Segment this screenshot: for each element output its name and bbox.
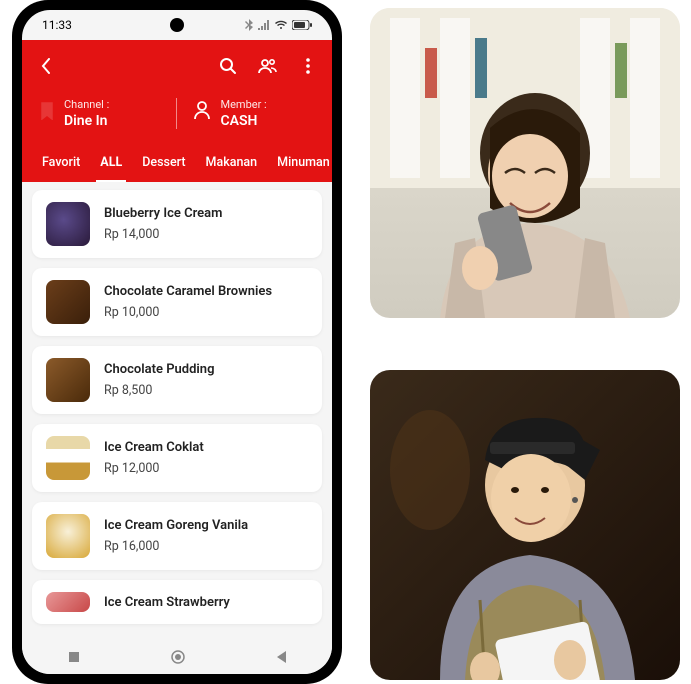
status-time: 11:33: [42, 18, 72, 32]
marketing-photo-customer: [370, 8, 680, 318]
people-icon[interactable]: [258, 56, 278, 76]
product-price: Rp 10,000: [104, 305, 272, 320]
battery-icon: [292, 20, 312, 30]
product-name: Ice Cream Coklat: [104, 440, 204, 455]
member-label: Member :: [221, 98, 267, 111]
channel-value: Dine In: [64, 113, 109, 129]
phone-screen: 11:33: [22, 10, 332, 674]
nav-recent-icon[interactable]: [67, 650, 81, 664]
nav-back-icon[interactable]: [275, 650, 287, 664]
wifi-icon: [274, 20, 288, 30]
product-image: [46, 436, 90, 480]
tab-dessert[interactable]: Dessert: [138, 147, 189, 182]
app-header: Channel : Dine In Member : CASH Favorit: [22, 40, 332, 182]
phone-frame: 11:33: [12, 0, 342, 684]
product-list[interactable]: Blueberry Ice Cream Rp 14,000 Chocolate …: [22, 182, 332, 640]
person-icon: [193, 100, 211, 120]
bookmark-icon: [40, 102, 54, 120]
product-price: Rp 12,000: [104, 461, 204, 476]
tab-minuman[interactable]: Minuman: [273, 147, 332, 182]
product-image: [46, 202, 90, 246]
tab-all[interactable]: ALL: [96, 147, 126, 182]
camera-notch: [170, 18, 184, 32]
product-price: Rp 16,000: [104, 539, 248, 554]
channel-block[interactable]: Channel : Dine In: [40, 98, 162, 129]
product-image: [46, 280, 90, 324]
member-value: CASH: [221, 113, 267, 129]
bluetooth-icon: [244, 19, 254, 31]
list-item[interactable]: Blueberry Ice Cream Rp 14,000: [32, 190, 322, 258]
channel-label: Channel :: [64, 98, 109, 111]
member-block[interactable]: Member : CASH: [176, 98, 315, 129]
product-image: [46, 358, 90, 402]
tab-favorit[interactable]: Favorit: [38, 147, 84, 182]
product-price: Rp 8,500: [104, 383, 214, 398]
signal-icon: [258, 20, 270, 30]
product-name: Chocolate Caramel Brownies: [104, 284, 272, 299]
product-image: [46, 592, 90, 612]
list-item[interactable]: Ice Cream Strawberry: [32, 580, 322, 624]
android-nav-bar: [22, 640, 332, 674]
back-button[interactable]: [36, 56, 56, 76]
list-item[interactable]: Chocolate Pudding Rp 8,500: [32, 346, 322, 414]
product-name: Ice Cream Strawberry: [104, 595, 230, 610]
product-name: Chocolate Pudding: [104, 362, 214, 377]
more-icon[interactable]: [298, 56, 318, 76]
search-icon[interactable]: [218, 56, 238, 76]
product-name: Blueberry Ice Cream: [104, 206, 222, 221]
product-image: [46, 514, 90, 558]
list-item[interactable]: Ice Cream Goreng Vanila Rp 16,000: [32, 502, 322, 570]
list-item[interactable]: Chocolate Caramel Brownies Rp 10,000: [32, 268, 322, 336]
status-icons: [244, 19, 312, 31]
product-name: Ice Cream Goreng Vanila: [104, 518, 248, 533]
channel-member-row: Channel : Dine In Member : CASH: [36, 84, 318, 147]
product-price: Rp 14,000: [104, 227, 222, 242]
top-action-bar: [36, 48, 318, 84]
category-tabs: Favorit ALL Dessert Makanan Minuman: [36, 147, 318, 182]
nav-home-icon[interactable]: [170, 649, 186, 665]
tab-makanan[interactable]: Makanan: [202, 147, 262, 182]
list-item[interactable]: Ice Cream Coklat Rp 12,000: [32, 424, 322, 492]
marketing-photo-merchant: [370, 370, 680, 680]
